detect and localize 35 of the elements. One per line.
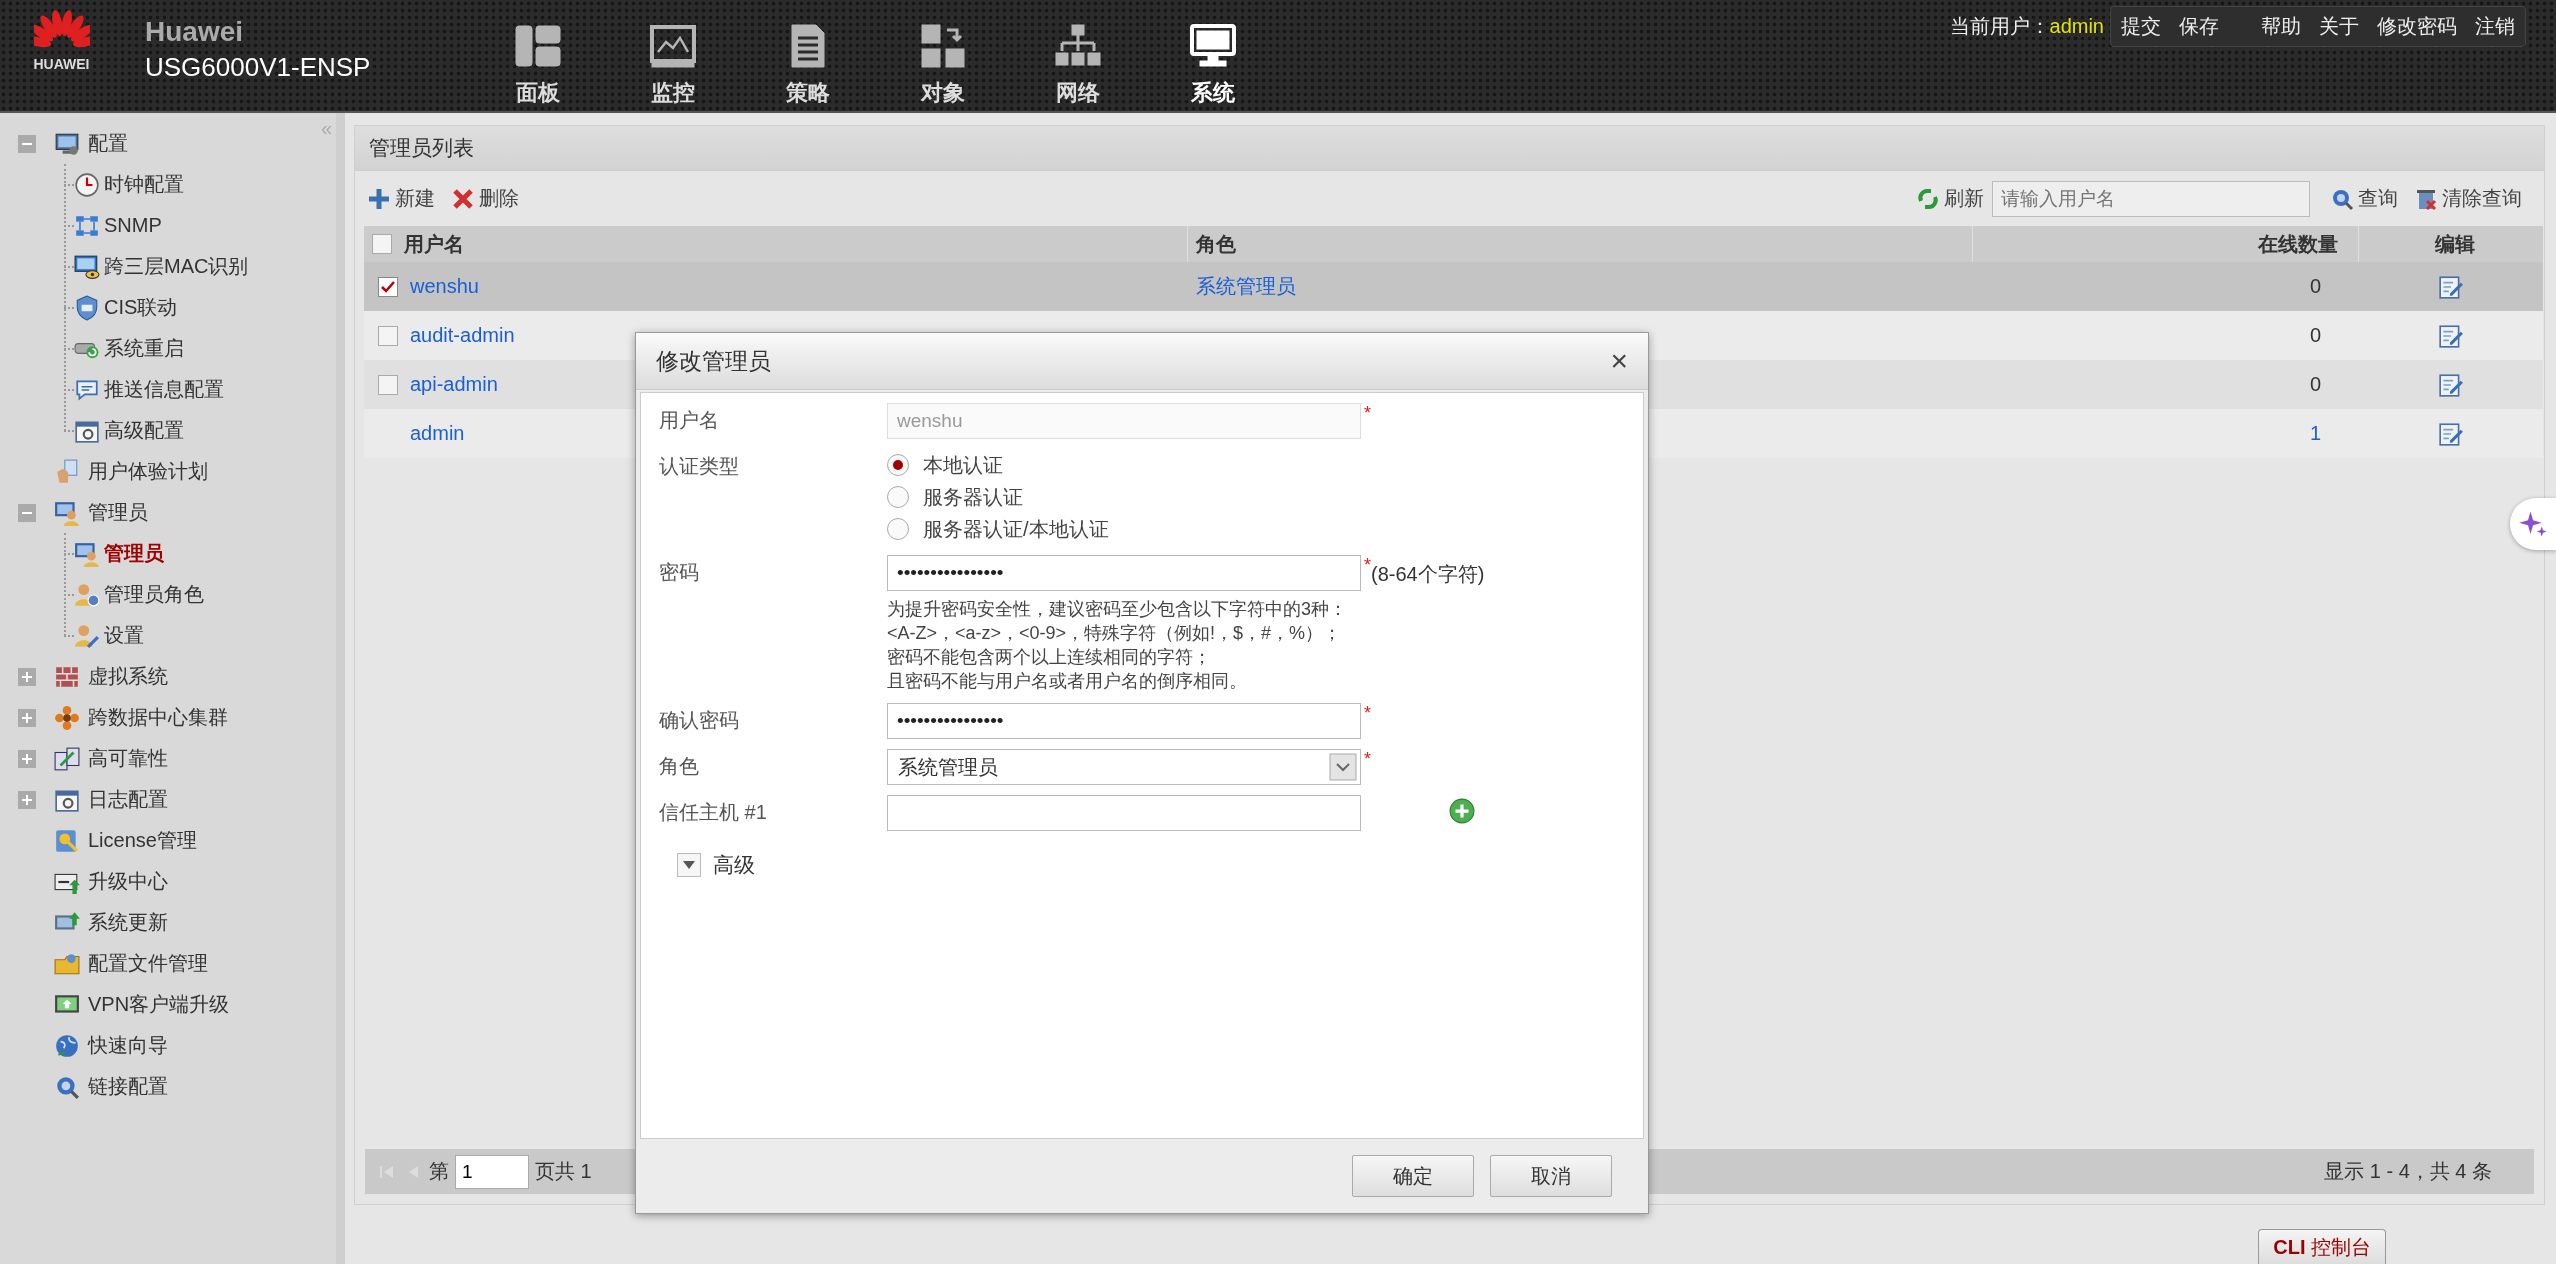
page-label: 第: [429, 1159, 449, 1184]
required-marker: *: [1364, 749, 1371, 770]
online-count: 0: [2308, 373, 2322, 396]
record-summary: 显示 1 - 4，共 4 条: [2324, 1159, 2492, 1184]
online-count: 0: [2308, 275, 2322, 298]
online-count: 0: [2308, 324, 2322, 347]
column-header: 角色: [1196, 231, 1236, 257]
radio-label: 本地认证: [923, 452, 1003, 478]
required-marker: *: [1364, 555, 1371, 576]
column-header: 用户名: [404, 231, 464, 257]
password-hint-line: <A-Z>，<a-z>，<0-9>，特殊字符（例如!，$，#，%）；: [887, 622, 1343, 645]
field-label: 用户名: [659, 408, 720, 433]
page-total-label: 页共 1: [535, 1159, 592, 1184]
field-label: 认证类型: [659, 454, 740, 479]
column-header: 在线数量: [2258, 231, 2338, 257]
required-marker: *: [1364, 403, 1371, 424]
required-marker: *: [1364, 703, 1371, 724]
brand-name: Huawei: [145, 16, 245, 48]
field-label: 确认密码: [659, 708, 740, 733]
field-label: 密码: [659, 560, 700, 585]
panel-title: 管理员列表: [355, 126, 2544, 171]
password-hint-line: 密码不能包含两个以上连续相同的字符；: [887, 646, 1212, 669]
logo-text: HUAWEI: [33, 56, 90, 72]
device-model: USG6000V1-ENSP: [145, 52, 372, 83]
column-header: 编辑: [2435, 231, 2475, 257]
password-hint-line: 且密码不能与用户名或者用户名的倒序相同。: [887, 670, 1248, 693]
dialog-title: 修改管理员: [656, 346, 771, 376]
password-hint-line: 为提升密码安全性，建议密码至少包含以下字符中的3种：: [887, 598, 1348, 621]
current-user-label: 当前用户：: [1949, 14, 2050, 39]
current-user-name: admin: [2049, 15, 2104, 38]
radio-label: 服务器认证: [923, 484, 1023, 510]
length-note: (8-64个字符): [1371, 562, 1485, 587]
field-label: 角色: [659, 754, 700, 779]
field-label: 信任主机 #1: [659, 800, 768, 825]
radio-label: 服务器认证/本地认证: [923, 516, 1109, 542]
